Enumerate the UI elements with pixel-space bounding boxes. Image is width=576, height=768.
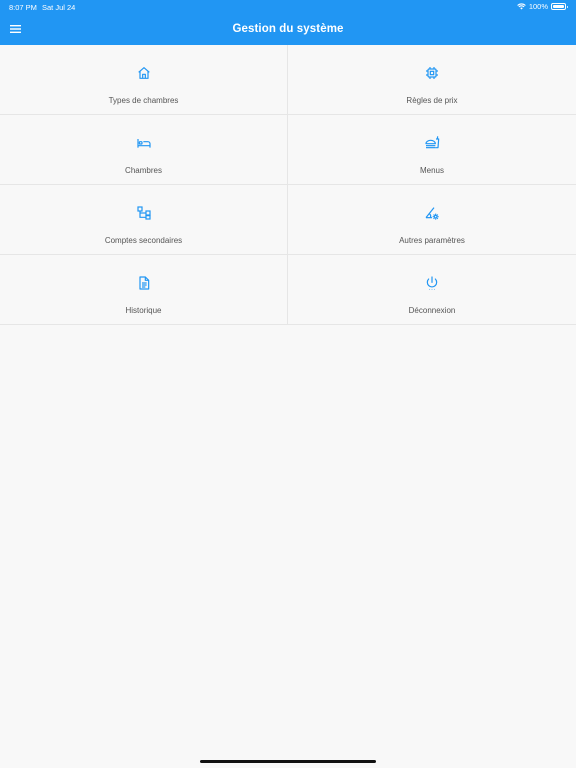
home-icon: [137, 67, 150, 79]
wifi-icon: [517, 3, 526, 10]
chip-icon: [426, 67, 438, 79]
battery-percent: 100%: [528, 2, 548, 11]
tile-label: Menus: [419, 166, 444, 175]
tile-rooms[interactable]: Chambres: [0, 115, 288, 185]
tile-sub-accounts[interactable]: Comptes secondaires: [0, 185, 288, 255]
settings-angle-icon: [425, 207, 439, 220]
power-icon: [426, 276, 438, 290]
hierarchy-icon: [136, 206, 151, 220]
food-icon: [425, 136, 440, 149]
tile-room-types[interactable]: Types de chambres: [0, 45, 288, 115]
tile-label: Historique: [125, 306, 162, 315]
tile-other-settings[interactable]: Autres paramètres: [288, 185, 576, 255]
tile-price-rules[interactable]: Règles de prix: [288, 45, 576, 115]
document-icon: [138, 276, 149, 290]
app-bar: 8:07 PM Sat Jul 24 100% Gestion du systè…: [0, 0, 576, 45]
tile-logout[interactable]: Déconnexion: [288, 255, 576, 325]
status-time: 8:07 PM: [9, 3, 37, 12]
tile-label: Types de chambres: [108, 96, 179, 105]
tile-label: Chambres: [125, 166, 162, 175]
tile-label: Comptes secondaires: [104, 236, 183, 245]
status-date: Sat Jul 24: [42, 3, 76, 12]
home-indicator[interactable]: [200, 760, 376, 763]
tile-history[interactable]: Historique: [0, 255, 288, 325]
settings-grid: Types de chambres Règles de prix Chambre…: [0, 45, 576, 325]
tile-label: Règles de prix: [406, 96, 458, 105]
page-title: Gestion du système: [232, 23, 344, 35]
bed-icon: [136, 139, 151, 148]
battery-icon: [551, 3, 568, 10]
tile-label: Autres paramètres: [399, 236, 465, 245]
status-right: 100%: [517, 2, 568, 11]
tile-label: Déconnexion: [408, 306, 456, 315]
status-bar: 8:07 PM Sat Jul 24 100%: [0, 0, 576, 14]
tile-menus[interactable]: Menus: [288, 115, 576, 185]
